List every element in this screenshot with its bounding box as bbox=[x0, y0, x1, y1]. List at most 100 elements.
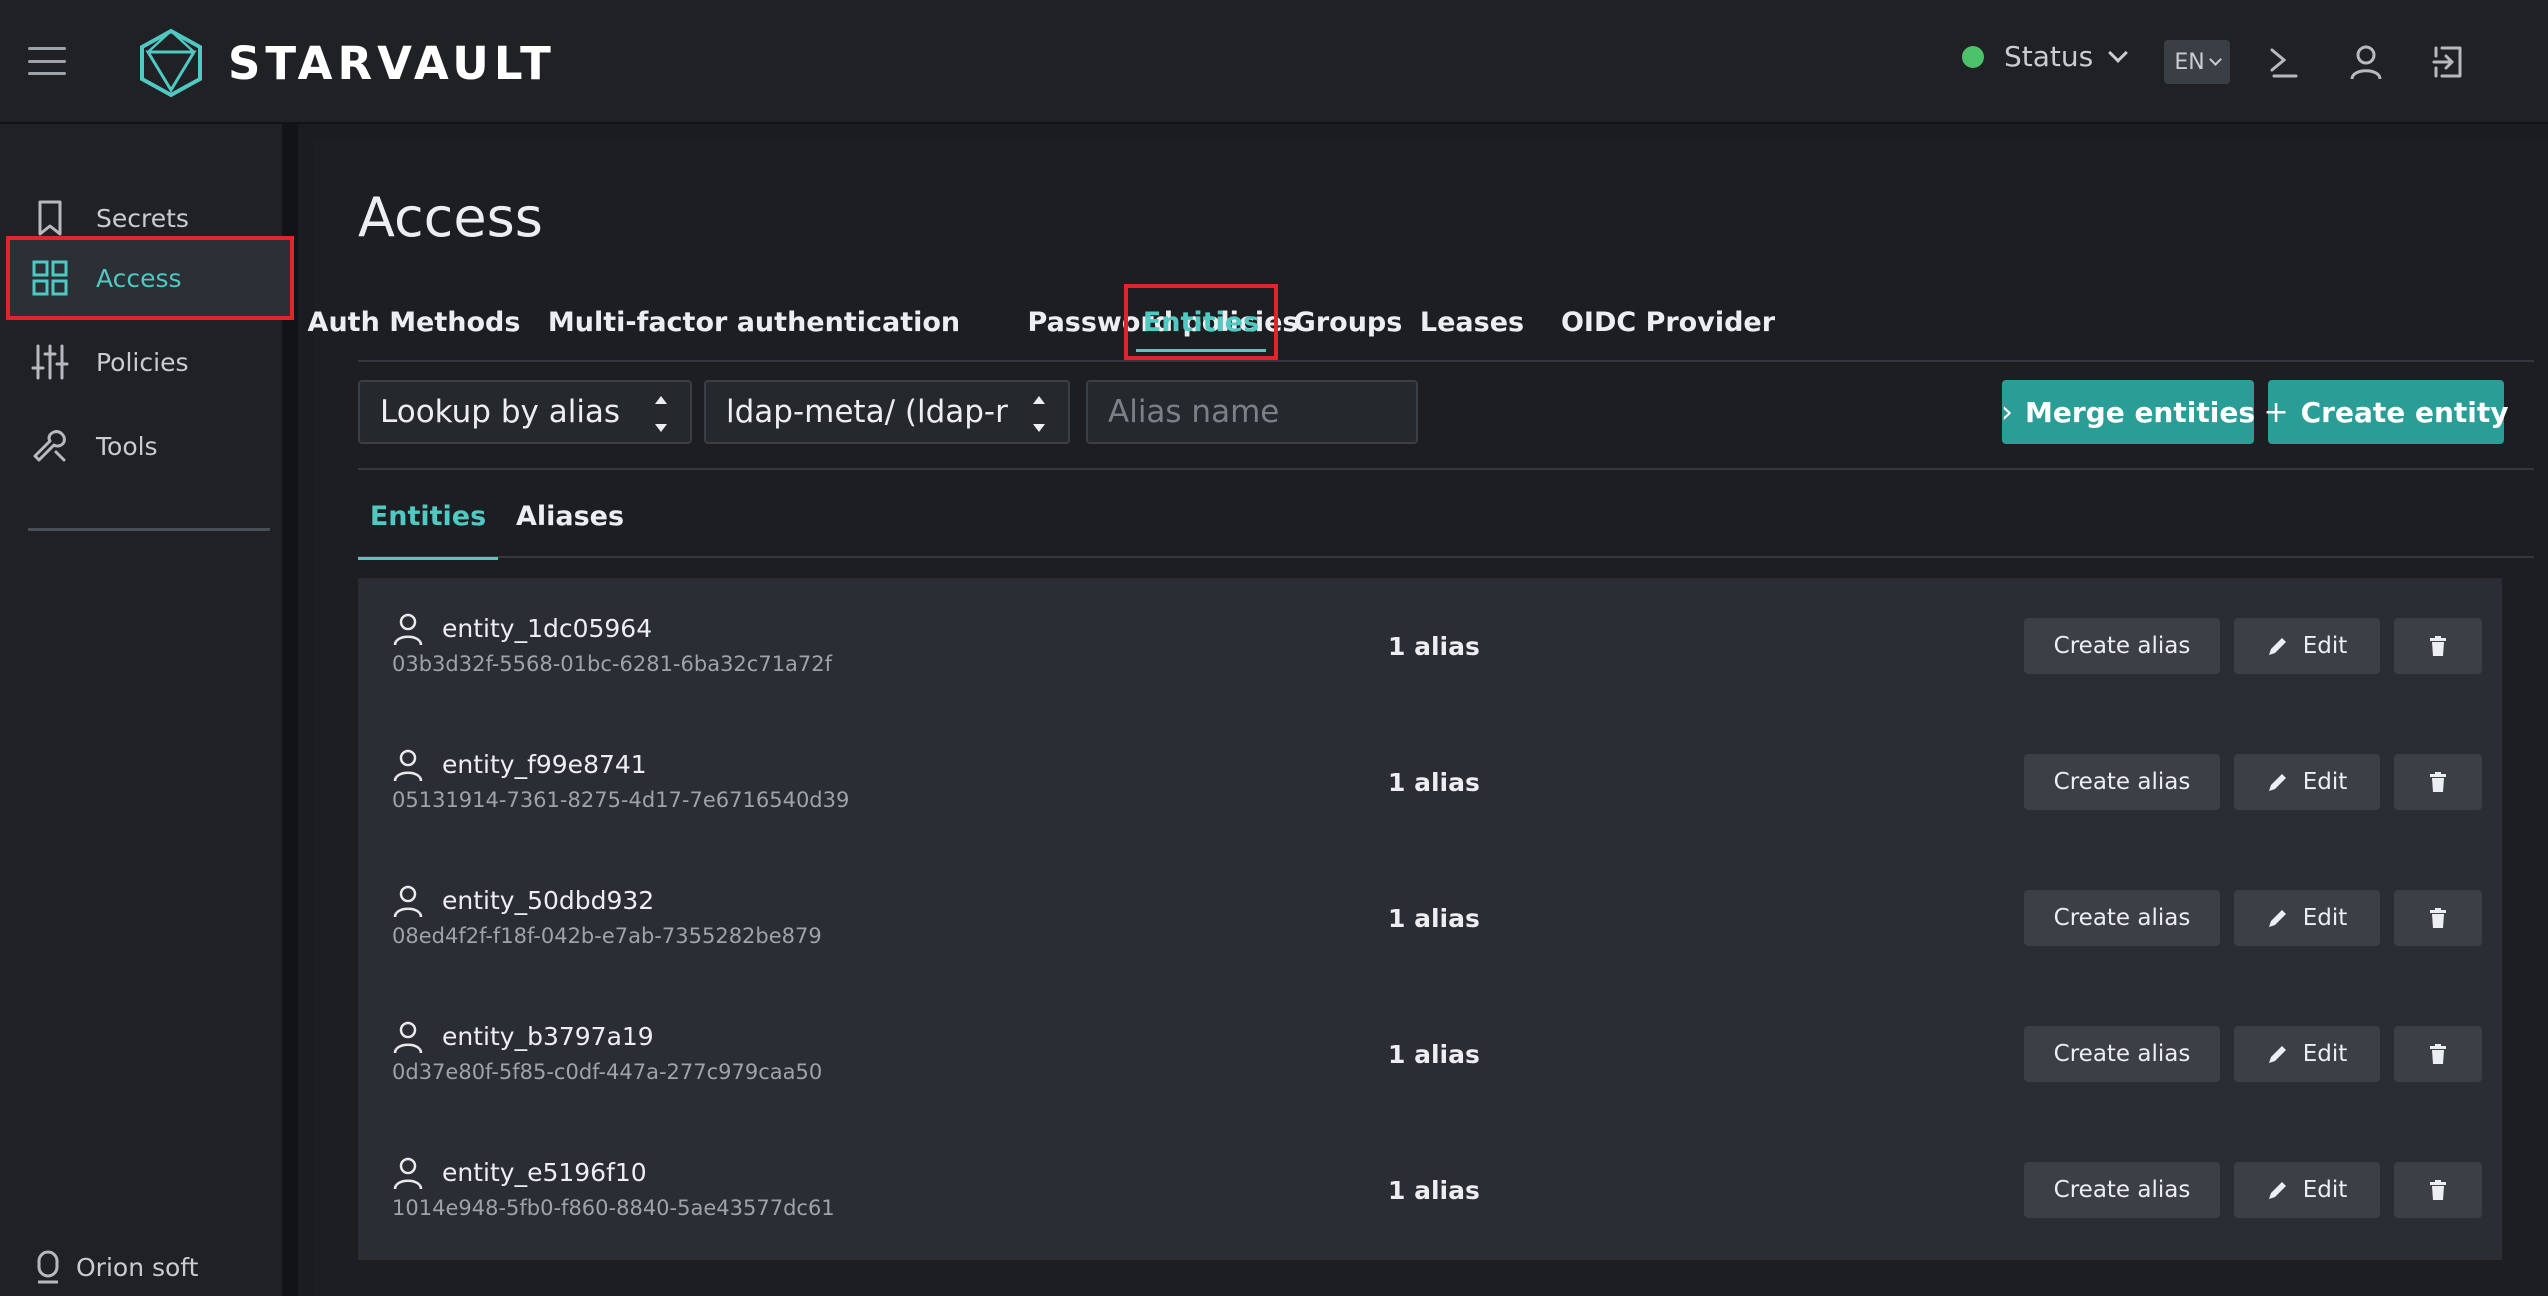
sidebar-item-label: Tools bbox=[96, 431, 158, 461]
entity-name[interactable]: entity_1dc05964 bbox=[442, 614, 652, 643]
entity-toolbar: Lookup by alias ldap-meta/ (ldap-r › Mer… bbox=[358, 380, 2534, 470]
entity-name[interactable]: entity_b3797a19 bbox=[442, 1022, 654, 1051]
chevron-right-icon: › bbox=[2001, 394, 2013, 430]
alias-count: 1 alias bbox=[1388, 632, 1480, 661]
edit-button[interactable]: Edit bbox=[2234, 618, 2380, 674]
entity-name[interactable]: entity_e5196f10 bbox=[442, 1158, 647, 1187]
tab-mfa[interactable]: Multi-factor authentication bbox=[494, 284, 1014, 360]
create-entity-label: Create entity bbox=[2300, 395, 2509, 429]
edit-button[interactable]: Edit bbox=[2234, 754, 2380, 810]
sidebar-item-policies[interactable]: Policies bbox=[6, 320, 294, 404]
tab-leases[interactable]: Leases bbox=[1420, 284, 1524, 360]
delete-button[interactable] bbox=[2394, 618, 2482, 674]
entity-name[interactable]: entity_50dbd932 bbox=[442, 886, 654, 915]
pencil-icon bbox=[2268, 1046, 2286, 1063]
wrench-icon bbox=[33, 430, 66, 462]
merge-entities-label: Merge entities bbox=[2025, 395, 2255, 429]
list-item[interactable]: entity_b3797a19 0d37e80f-5f85-c0df-447a-… bbox=[358, 986, 2502, 1124]
menu-icon[interactable] bbox=[28, 47, 66, 75]
edit-button[interactable]: Edit bbox=[2234, 890, 2380, 946]
user-icon bbox=[393, 1021, 423, 1054]
alias-count: 1 alias bbox=[1388, 768, 1480, 797]
create-alias-button[interactable]: Create alias bbox=[2024, 618, 2220, 674]
edit-label: Edit bbox=[2302, 1177, 2348, 1203]
edit-label: Edit bbox=[2302, 905, 2348, 931]
logout-icon[interactable] bbox=[2426, 40, 2470, 84]
list-item[interactable]: entity_1dc05964 03b3d32f-5568-01bc-6281-… bbox=[358, 578, 2502, 716]
tab-auth-methods[interactable]: Auth Methods bbox=[308, 284, 521, 360]
delete-button[interactable] bbox=[2394, 890, 2482, 946]
status-dot-icon bbox=[1962, 45, 1984, 68]
alias-count: 1 alias bbox=[1388, 1176, 1480, 1205]
list-item[interactable]: entity_f99e8741 05131914-7361-8275-4d17-… bbox=[358, 714, 2502, 852]
sidebar-item-access[interactable]: Access bbox=[6, 236, 294, 320]
sidebar-item-tools[interactable]: Tools bbox=[6, 404, 294, 488]
pencil-icon bbox=[2268, 638, 2286, 655]
subtab-aliases[interactable]: Aliases bbox=[508, 474, 632, 558]
footer-brand-label: Orion soft bbox=[76, 1252, 199, 1282]
create-alias-button[interactable]: Create alias bbox=[2024, 1162, 2220, 1218]
create-alias-button[interactable]: Create alias bbox=[2024, 890, 2220, 946]
user-icon[interactable] bbox=[2344, 40, 2388, 84]
logo[interactable]: STARVAULT bbox=[138, 28, 556, 98]
entity-id: 0d37e80f-5f85-c0df-447a-277c979caa50 bbox=[392, 1060, 823, 1084]
edit-button[interactable]: Edit bbox=[2234, 1162, 2380, 1218]
pencil-icon bbox=[2268, 910, 2286, 927]
bookmark-icon bbox=[38, 200, 62, 236]
user-icon bbox=[393, 749, 423, 782]
lookup-select[interactable]: Lookup by alias bbox=[358, 380, 692, 444]
sidebar: Secrets Access Policies Tools Orion soft bbox=[0, 124, 298, 1296]
trash-icon bbox=[2430, 636, 2446, 656]
edit-label: Edit bbox=[2302, 633, 2348, 659]
edit-label: Edit bbox=[2302, 769, 2348, 795]
tab-groups[interactable]: Groups bbox=[1294, 284, 1403, 360]
entity-id: 05131914-7361-8275-4d17-7e6716540d39 bbox=[392, 788, 850, 812]
tab-entities[interactable]: Entities bbox=[1124, 284, 1278, 360]
list-item[interactable]: entity_50dbd932 08ed4f2f-f18f-042b-e7ab-… bbox=[358, 850, 2502, 988]
logo-icon bbox=[140, 28, 202, 98]
alias-count: 1 alias bbox=[1388, 904, 1480, 933]
entity-name[interactable]: entity_f99e8741 bbox=[442, 750, 647, 779]
chevron-down-icon bbox=[2208, 52, 2222, 66]
create-entity-button[interactable]: + Create entity bbox=[2263, 380, 2509, 444]
edit-button[interactable]: Edit bbox=[2234, 1026, 2380, 1082]
brand-name: STARVAULT bbox=[228, 36, 556, 90]
alias-name-input[interactable] bbox=[1086, 380, 1418, 444]
status-label: Status bbox=[2004, 40, 2094, 73]
trash-icon bbox=[2430, 1180, 2446, 1200]
mount-select[interactable]: ldap-meta/ (ldap-r bbox=[704, 380, 1070, 444]
alias-count: 1 alias bbox=[1388, 1040, 1480, 1069]
console-icon[interactable] bbox=[2262, 40, 2306, 84]
footer-brand: Orion soft bbox=[34, 1249, 198, 1285]
mount-select-value: ldap-meta/ (ldap-r bbox=[726, 394, 1008, 430]
lookup-select-value: Lookup by alias bbox=[380, 394, 621, 430]
create-alias-button[interactable]: Create alias bbox=[2024, 1026, 2220, 1082]
sliders-icon bbox=[31, 344, 69, 380]
subtab-entities[interactable]: Entities bbox=[358, 474, 498, 560]
create-alias-button[interactable]: Create alias bbox=[2024, 754, 2220, 810]
language-selector[interactable]: EN bbox=[2164, 40, 2230, 84]
trash-icon bbox=[2430, 908, 2446, 928]
plus-icon: + bbox=[2263, 394, 2289, 430]
status-dropdown[interactable]: Status bbox=[1962, 40, 2129, 73]
main-content: Access Auth Methods Multi-factor authent… bbox=[308, 140, 2548, 1296]
delete-button[interactable] bbox=[2394, 1162, 2482, 1218]
chevron-down-icon bbox=[2108, 42, 2129, 63]
list-item[interactable]: entity_e5196f10 1014e948-5fb0-f860-8840-… bbox=[358, 1122, 2502, 1260]
updown-icon bbox=[1032, 396, 1046, 432]
tab-oidc-provider[interactable]: OIDC Provider bbox=[1546, 284, 1790, 360]
pencil-icon bbox=[2268, 1182, 2286, 1199]
language-label: EN bbox=[2174, 49, 2205, 75]
updown-icon bbox=[654, 396, 668, 432]
user-icon bbox=[393, 613, 423, 646]
merge-entities-button[interactable]: › Merge entities bbox=[2001, 380, 2255, 444]
grid-icon bbox=[32, 260, 68, 296]
trash-icon bbox=[2430, 1044, 2446, 1064]
pencil-icon bbox=[2268, 774, 2286, 791]
delete-button[interactable] bbox=[2394, 754, 2482, 810]
sidebar-divider bbox=[28, 528, 270, 531]
top-bar: STARVAULT Status EN bbox=[0, 0, 2548, 124]
delete-button[interactable] bbox=[2394, 1026, 2482, 1082]
sidebar-item-label: Policies bbox=[96, 347, 189, 377]
entity-id: 03b3d32f-5568-01bc-6281-6ba32c71a72f bbox=[392, 652, 833, 676]
